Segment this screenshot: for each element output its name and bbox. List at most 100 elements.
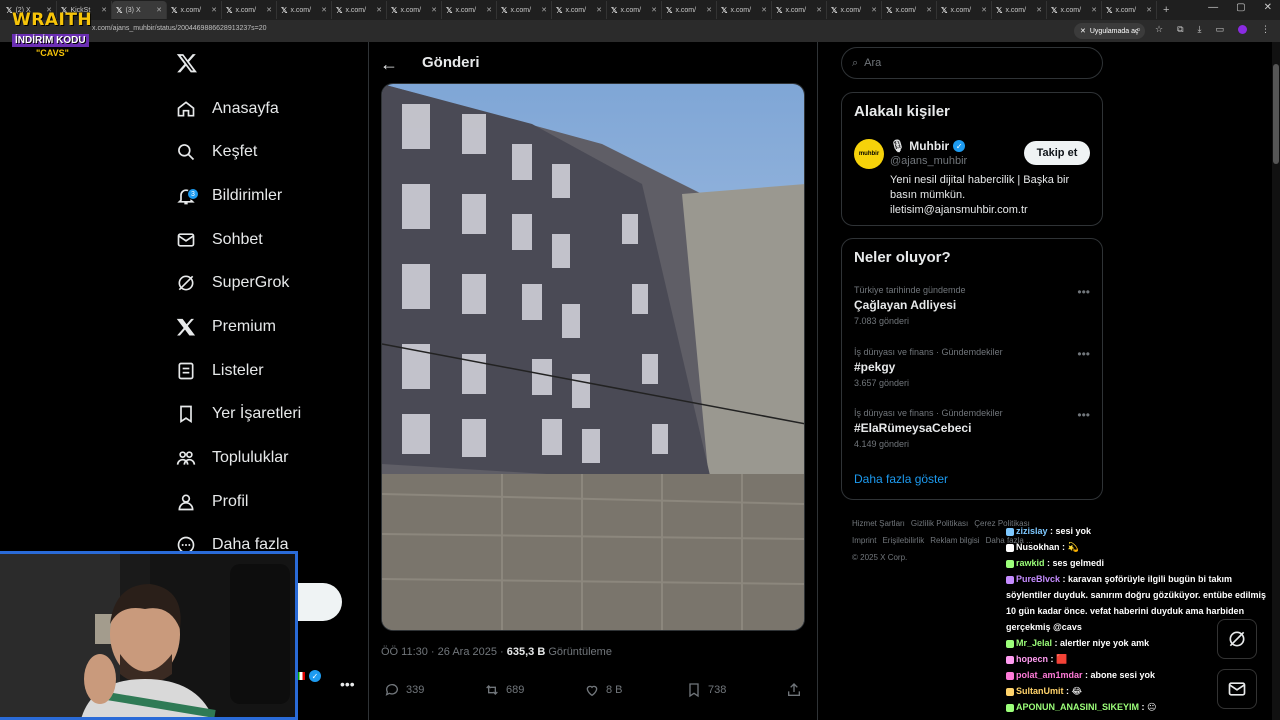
sidebar-icon[interactable]: ▭ — [1215, 24, 1224, 35]
chat-username[interactable]: Mr_Jelal — [1016, 638, 1052, 648]
download-icon[interactable]: ⤓ — [1198, 24, 1202, 35]
nav-item-grok[interactable]: SuperGrok — [176, 268, 289, 298]
chat-username[interactable]: hopecn — [1016, 654, 1048, 664]
browser-tab[interactable]: 𝕏x.com/ ✕ — [497, 1, 552, 19]
footer-link[interactable]: Imprint — [852, 536, 876, 545]
repost-button[interactable]: 689 — [484, 682, 524, 698]
tab-close-icon[interactable]: ✕ — [1036, 6, 1042, 14]
tab-close-icon[interactable]: ✕ — [156, 6, 162, 14]
messages-float-button[interactable] — [1217, 669, 1257, 709]
browser-tab[interactable]: 𝕏x.com/ ✕ — [662, 1, 717, 19]
footer-link[interactable]: Reklam bilgisi — [930, 536, 979, 545]
footer-link[interactable]: Hizmet Şartları — [852, 519, 905, 528]
footer-link[interactable]: Gizlilik Politikası — [911, 519, 968, 528]
nav-item-x[interactable]: Premium — [176, 312, 276, 342]
tab-close-icon[interactable]: ✕ — [1091, 6, 1097, 14]
account-more-icon[interactable]: ••• — [340, 676, 355, 692]
browser-tab[interactable]: 𝕏x.com/ ✕ — [442, 1, 497, 19]
browser-tab[interactable]: 𝕏x.com/ ✕ — [387, 1, 442, 19]
more-options-icon[interactable]: ••• — [1077, 285, 1090, 299]
chat-username[interactable]: APONUN_ANASINI_SIKEYIM — [1016, 702, 1139, 712]
reply-button[interactable]: 339 — [384, 682, 424, 698]
zoom-icon[interactable]: ⌕ — [1136, 24, 1141, 35]
browser-tab[interactable]: 𝕏x.com/ ✕ — [552, 1, 607, 19]
nav-item-home[interactable]: Anasayfa — [176, 94, 279, 124]
person-name[interactable]: 🎙 Muhbir ✓ — [890, 139, 966, 153]
follow-button[interactable]: Takip et — [1024, 141, 1090, 165]
chat-username[interactable]: zizislay — [1016, 526, 1048, 536]
tab-close-icon[interactable]: ✕ — [376, 6, 382, 14]
nav-item-bookmark[interactable]: Yer İşaretleri — [176, 399, 301, 429]
url-text[interactable]: x.com/ajans_muhbir/status/20044698866289… — [92, 25, 267, 32]
chat-username[interactable]: Nusokhan — [1016, 542, 1060, 552]
tab-close-icon[interactable]: ✕ — [541, 6, 547, 14]
tab-close-icon[interactable]: ✕ — [761, 6, 767, 14]
tab-close-icon[interactable]: ✕ — [431, 6, 437, 14]
browser-tab[interactable]: 𝕏x.com/ ✕ — [607, 1, 662, 19]
share-button[interactable] — [786, 682, 802, 698]
profile-icon[interactable] — [1238, 25, 1247, 34]
person-handle[interactable]: @ajans_muhbir — [890, 155, 967, 167]
menu-icon[interactable]: ⋮ — [1261, 24, 1270, 35]
extensions-icon[interactable]: ⧉ — [1177, 24, 1183, 35]
browser-tab[interactable]: 𝕏x.com/ ✕ — [717, 1, 772, 19]
browser-tab[interactable]: 𝕏x.com/ ✕ — [167, 1, 222, 19]
more-options-icon[interactable]: ••• — [1077, 408, 1090, 422]
tab-close-icon[interactable]: ✕ — [926, 6, 932, 14]
like-button[interactable]: 8 B — [584, 682, 623, 698]
tab-close-icon[interactable]: ✕ — [211, 6, 217, 14]
grok-float-button[interactable] — [1217, 619, 1257, 659]
post-timestamp[interactable]: ÖÖ 11:30 · 26 Ara 2025 · — [381, 646, 507, 658]
tab-close-icon[interactable]: ✕ — [1146, 6, 1152, 14]
tab-close-icon[interactable]: ✕ — [981, 6, 987, 14]
show-more-link[interactable]: Daha fazla göster — [854, 472, 948, 486]
trend-item[interactable]: İş dünyası ve finans · Gündemdekiler #pek… — [854, 347, 1090, 388]
search-input[interactable]: ⌕ Ara — [841, 47, 1103, 79]
browser-tab[interactable]: 𝕏x.com/ ✕ — [1047, 1, 1102, 19]
browser-tab[interactable]: 𝕏x.com/ ✕ — [827, 1, 882, 19]
footer-link[interactable]: © 2025 X Corp. — [852, 553, 907, 562]
avatar[interactable]: muhbir — [854, 139, 884, 169]
browser-tab[interactable]: 𝕏x.com/ ✕ — [1102, 1, 1157, 19]
close-window-icon[interactable]: ✕ — [1264, 2, 1272, 13]
nav-item-list[interactable]: Listeler — [176, 356, 264, 386]
nav-item-person[interactable]: Profil — [176, 487, 248, 517]
browser-tab[interactable]: 𝕏x.com/ ✕ — [222, 1, 277, 19]
browser-tab[interactable]: 𝕏x.com/ ✕ — [332, 1, 387, 19]
post-video[interactable] — [381, 83, 805, 631]
scrollbar-thumb[interactable] — [1273, 64, 1279, 164]
tab-close-icon[interactable]: ✕ — [706, 6, 712, 14]
chat-username[interactable]: rawkid — [1016, 558, 1045, 568]
footer-link[interactable]: Erişilebilirlik — [882, 536, 924, 545]
x-logo-icon[interactable] — [176, 52, 198, 74]
star-icon[interactable]: ☆ — [1155, 24, 1163, 35]
browser-tab[interactable]: 𝕏x.com/ ✕ — [277, 1, 332, 19]
browser-tab[interactable]: 𝕏x.com/ ✕ — [772, 1, 827, 19]
tab-close-icon[interactable]: ✕ — [266, 6, 272, 14]
nav-item-mail[interactable]: Sohbet — [176, 225, 263, 255]
tab-close-icon[interactable]: ✕ — [486, 6, 492, 14]
back-arrow-icon[interactable]: ← — [380, 54, 398, 75]
browser-tab[interactable]: 𝕏 (3) X ✕ — [112, 1, 167, 19]
browser-tab[interactable]: 𝕏x.com/ ✕ — [882, 1, 937, 19]
nav-item-bell[interactable]: 3 Bildirimler — [176, 181, 282, 211]
maximize-icon[interactable]: ▢ — [1236, 2, 1245, 13]
open-in-app-chip[interactable]: ✕ Uygulamada aç — [1074, 23, 1145, 39]
trend-item[interactable]: İş dünyası ve finans · Gündemdekiler #Ela… — [854, 408, 1090, 449]
chat-username[interactable]: polat_am1mdar — [1016, 670, 1083, 680]
tab-close-icon[interactable]: ✕ — [871, 6, 877, 14]
nav-item-people[interactable]: Topluluklar — [176, 443, 288, 473]
minimize-icon[interactable]: — — [1208, 2, 1218, 13]
tab-close-icon[interactable]: ✕ — [596, 6, 602, 14]
new-tab-icon[interactable]: + — [1163, 4, 1169, 16]
trend-item[interactable]: Türkiye tarihinde gündemde Çağlayan Adliy… — [854, 285, 1090, 326]
chat-username[interactable]: PureBlvck — [1016, 574, 1060, 584]
chat-username[interactable]: SultanUmit — [1016, 686, 1064, 696]
tab-close-icon[interactable]: ✕ — [651, 6, 657, 14]
tab-close-icon[interactable]: ✕ — [816, 6, 822, 14]
tab-close-icon[interactable]: ✕ — [321, 6, 327, 14]
page-scrollbar[interactable] — [1272, 42, 1280, 720]
nav-item-search[interactable]: Keşfet — [176, 137, 257, 167]
tab-close-icon[interactable]: ✕ — [101, 6, 107, 14]
browser-tab[interactable]: 𝕏x.com/ ✕ — [937, 1, 992, 19]
